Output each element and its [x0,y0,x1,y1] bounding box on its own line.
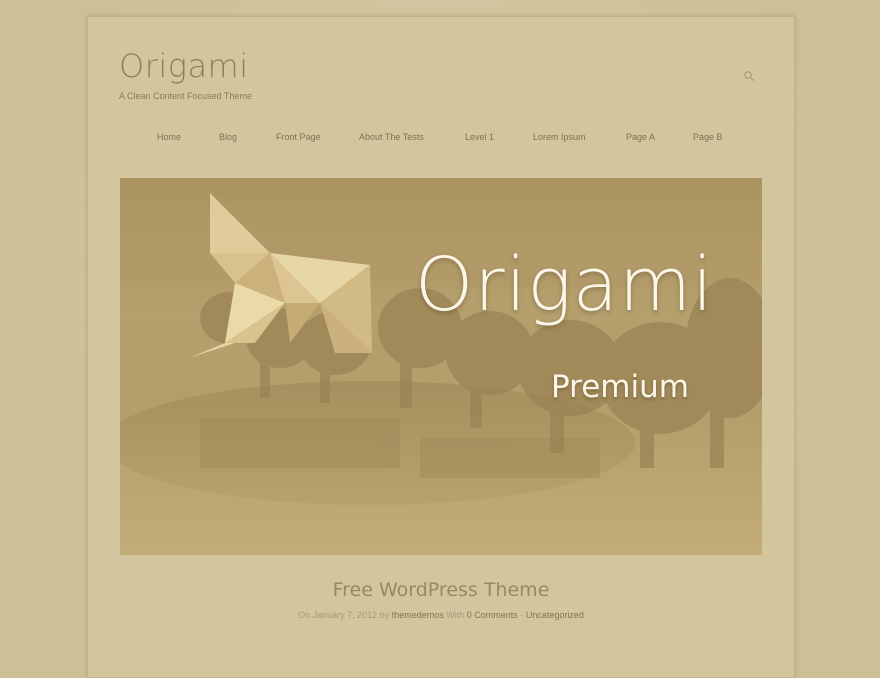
post-comments-link[interactable]: 0 Comments [467,610,518,620]
main-navigation: Home Blog Front Page About The Tests Lev… [88,132,794,146]
nav-item-front-page[interactable]: Front Page [276,132,321,142]
page-container: Origami A Clean Content Focused Theme Ho… [87,16,795,678]
post-date: January 7, 2012 [312,610,378,620]
search-icon[interactable] [743,69,755,81]
nav-item-level-1[interactable]: Level 1 [465,132,494,142]
origami-bird-icon [189,193,372,358]
meta-by-label: by [379,610,390,620]
meta-on-label: On [298,610,311,620]
meta-with-label: With [446,610,465,620]
post-author-link[interactable]: themedemos [392,610,444,620]
nav-item-lorem-ipsum[interactable]: Lorem Ipsum [533,132,586,142]
nav-item-home[interactable]: Home [157,132,181,142]
hero-subtitle: Premium [551,369,689,405]
post-category-link[interactable]: Uncategorized [526,610,584,620]
meta-separator: - [520,610,524,620]
site-tagline: A Clean Content Focused Theme [119,91,252,101]
hero-title: Origami [415,242,714,328]
hero-banner[interactable]: Origami Premium [120,178,762,555]
nav-item-about-the-tests[interactable]: About The Tests [359,132,424,142]
nav-item-page-b[interactable]: Page B [693,132,723,142]
site-title[interactable]: Origami [119,47,249,85]
nav-item-page-a[interactable]: Page A [626,132,655,142]
post-title[interactable]: Free WordPress Theme [88,579,794,601]
post-meta: On January 7, 2012 by themedemos With 0 … [88,610,794,620]
nav-item-blog[interactable]: Blog [219,132,237,142]
